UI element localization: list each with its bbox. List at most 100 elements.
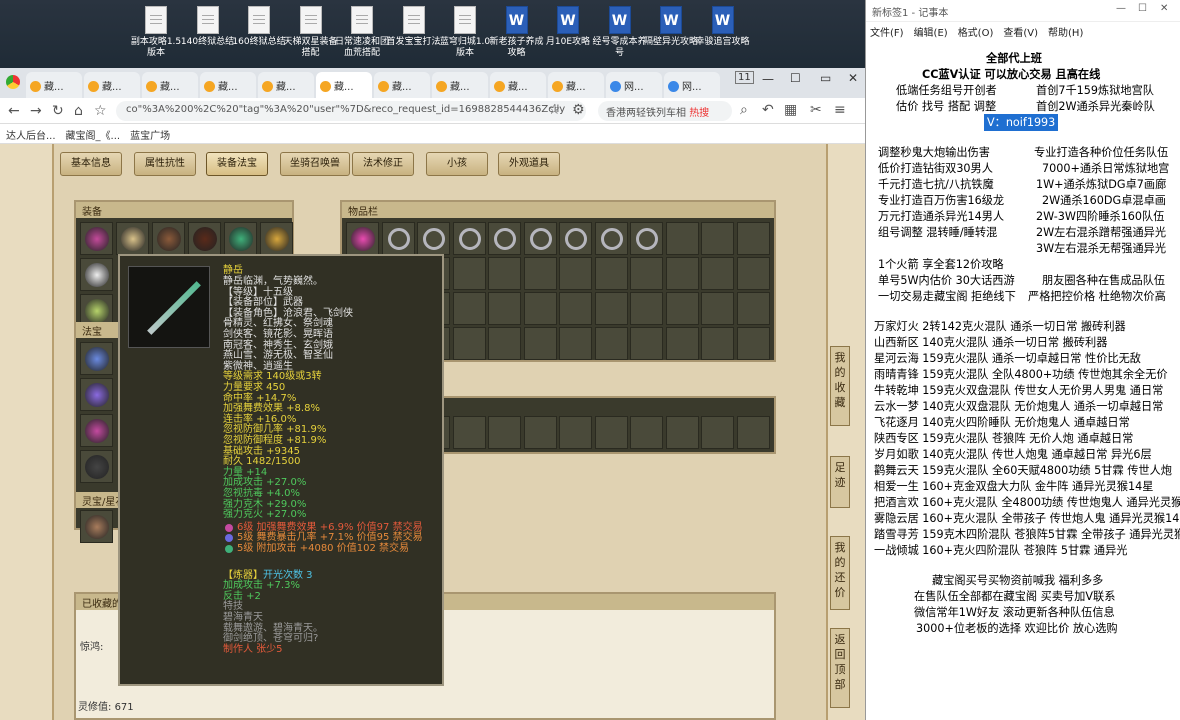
inventory-slot[interactable] bbox=[736, 222, 770, 255]
storage-slot[interactable] bbox=[736, 416, 770, 449]
game-tab[interactable]: 坐骑召唤兽 bbox=[280, 152, 350, 176]
url-input[interactable]: co"%3A%200%2C%20"tag"%3A%20"user"%7D&rec… bbox=[116, 101, 586, 121]
game-tab[interactable]: 属性抗性 bbox=[134, 152, 196, 176]
desktop-icon[interactable]: W 新老孩子养成攻略 bbox=[489, 6, 545, 59]
desktop-icon[interactable]: 天梯双星装备搭配 bbox=[283, 6, 339, 59]
notepad-menu-item[interactable]: 格式(O) bbox=[958, 28, 994, 39]
bookmark-item[interactable]: 蓝宝广场 bbox=[130, 131, 170, 142]
inventory-slot[interactable] bbox=[630, 292, 663, 325]
storage-slot[interactable] bbox=[594, 416, 628, 449]
inventory-slot[interactable] bbox=[701, 292, 734, 325]
inventory-slot[interactable] bbox=[630, 222, 663, 255]
storage-slot[interactable] bbox=[559, 416, 592, 449]
inventory-slot[interactable] bbox=[559, 222, 592, 255]
fabao-slot[interactable] bbox=[80, 450, 113, 483]
desktop-icon[interactable]: 160终狱总结 bbox=[231, 6, 287, 48]
minimize-icon[interactable]: — bbox=[762, 72, 774, 86]
inventory-slot[interactable] bbox=[452, 257, 486, 290]
inventory-slot[interactable] bbox=[701, 327, 734, 360]
side-button[interactable]: 我的收藏 bbox=[830, 346, 850, 426]
browser-tab[interactable]: 藏... bbox=[432, 72, 488, 98]
inventory-slot[interactable] bbox=[594, 292, 628, 325]
bookmark-item[interactable]: 藏宝阁_《... bbox=[66, 131, 121, 142]
side-button[interactable]: 我的还价 bbox=[830, 536, 850, 610]
storage-slot[interactable] bbox=[701, 416, 734, 449]
maximize-icon[interactable]: ☐ bbox=[790, 71, 801, 85]
notepad-menu-item[interactable]: 文件(F) bbox=[870, 28, 904, 39]
close-icon[interactable]: ✕ bbox=[1160, 3, 1168, 14]
browser-tab[interactable]: 藏... bbox=[258, 72, 314, 98]
browser-tab[interactable]: 藏... bbox=[200, 72, 256, 98]
equip-slot[interactable] bbox=[80, 222, 113, 255]
inventory-slot[interactable] bbox=[665, 257, 699, 290]
scissors-icon[interactable]: ✂ bbox=[810, 102, 822, 118]
inventory-slot[interactable] bbox=[630, 327, 663, 360]
inventory-slot[interactable] bbox=[452, 222, 486, 255]
game-tab[interactable]: 装备法宝 bbox=[206, 152, 268, 176]
inventory-slot[interactable] bbox=[488, 222, 521, 255]
notepad-menu-item[interactable]: 帮助(H) bbox=[1048, 28, 1083, 39]
browser-tab[interactable]: 藏... bbox=[26, 72, 82, 98]
browser-tab[interactable]: 网... bbox=[606, 72, 662, 98]
desktop-icon[interactable]: W 幸骏追宫攻略 bbox=[695, 6, 751, 48]
fabao-slot[interactable] bbox=[80, 414, 113, 447]
desktop-icon[interactable]: W 月10E攻略 bbox=[540, 6, 596, 48]
bookmark-item[interactable]: 达人后台... bbox=[6, 131, 56, 142]
inventory-slot[interactable] bbox=[523, 257, 557, 290]
inventory-slot[interactable] bbox=[523, 327, 557, 360]
inventory-slot[interactable] bbox=[665, 222, 699, 255]
browser-tab[interactable]: 藏... bbox=[316, 72, 372, 98]
inventory-slot[interactable] bbox=[701, 222, 734, 255]
star-icon[interactable]: ☆ bbox=[94, 103, 107, 119]
inventory-slot[interactable] bbox=[452, 327, 486, 360]
extensions-icon[interactable]: ▦ bbox=[784, 102, 797, 118]
search-icon[interactable]: ⌕ bbox=[740, 102, 748, 118]
browser-tab[interactable]: 藏... bbox=[548, 72, 604, 98]
inventory-slot[interactable] bbox=[736, 327, 770, 360]
browser-tab[interactable]: 藏... bbox=[374, 72, 430, 98]
maximize-icon[interactable]: ☐ bbox=[1138, 3, 1147, 14]
menu-icon[interactable]: ≡ bbox=[834, 102, 846, 118]
game-tab[interactable]: 小孩 bbox=[426, 152, 488, 176]
notepad-menu-item[interactable]: 编辑(E) bbox=[914, 28, 948, 39]
search-input[interactable]: 香港两轻铁列车相 热搜 bbox=[598, 101, 732, 121]
storage-slot[interactable] bbox=[665, 416, 699, 449]
equip-slot[interactable] bbox=[188, 222, 221, 255]
equip-slot[interactable] bbox=[260, 222, 293, 255]
inventory-slot[interactable] bbox=[452, 292, 486, 325]
tab-count-badge[interactable]: 11 bbox=[735, 71, 754, 84]
inventory-slot[interactable] bbox=[665, 292, 699, 325]
undo-icon[interactable]: ↶ bbox=[762, 102, 774, 118]
inventory-slot[interactable] bbox=[559, 257, 592, 290]
storage-slot[interactable] bbox=[488, 416, 521, 449]
storage-slot[interactable] bbox=[523, 416, 557, 449]
side-button[interactable]: 足迹 bbox=[830, 456, 850, 508]
inventory-slot[interactable] bbox=[523, 222, 557, 255]
inventory-slot[interactable] bbox=[701, 257, 734, 290]
inventory-slot[interactable] bbox=[594, 257, 628, 290]
fabao-slot[interactable] bbox=[80, 342, 113, 375]
tab-menu-icon[interactable]: ▭ bbox=[820, 71, 831, 85]
desktop-icon[interactable]: 蓝穹归城1.0版本 bbox=[437, 6, 493, 59]
back-icon[interactable]: ← bbox=[8, 103, 20, 119]
desktop-icon[interactable]: 副本攻略1.5版本 bbox=[128, 6, 184, 59]
inventory-slot[interactable] bbox=[665, 327, 699, 360]
inventory-slot[interactable] bbox=[594, 222, 628, 255]
inventory-slot[interactable] bbox=[736, 257, 770, 290]
browser-tab[interactable]: 网... bbox=[664, 72, 720, 98]
equip-slot[interactable] bbox=[116, 222, 149, 255]
inventory-slot[interactable] bbox=[381, 222, 415, 255]
equip-slot[interactable] bbox=[80, 258, 113, 291]
inventory-slot[interactable] bbox=[559, 292, 592, 325]
desktop-icon[interactable]: 140终狱总结 bbox=[180, 6, 236, 48]
storage-slot[interactable] bbox=[452, 416, 486, 449]
home-icon[interactable]: ⌂ bbox=[74, 103, 83, 119]
inventory-slot[interactable] bbox=[559, 327, 592, 360]
side-button[interactable]: 返回顶部 bbox=[830, 628, 850, 708]
browser-tab[interactable]: 藏... bbox=[490, 72, 546, 98]
desktop-icon[interactable]: 日常速凌和团血荒搭配 bbox=[334, 6, 390, 59]
inventory-slot[interactable] bbox=[417, 222, 450, 255]
equip-slot[interactable] bbox=[224, 222, 257, 255]
forward-icon[interactable]: → bbox=[30, 103, 42, 119]
fabao-slot[interactable] bbox=[80, 378, 113, 411]
